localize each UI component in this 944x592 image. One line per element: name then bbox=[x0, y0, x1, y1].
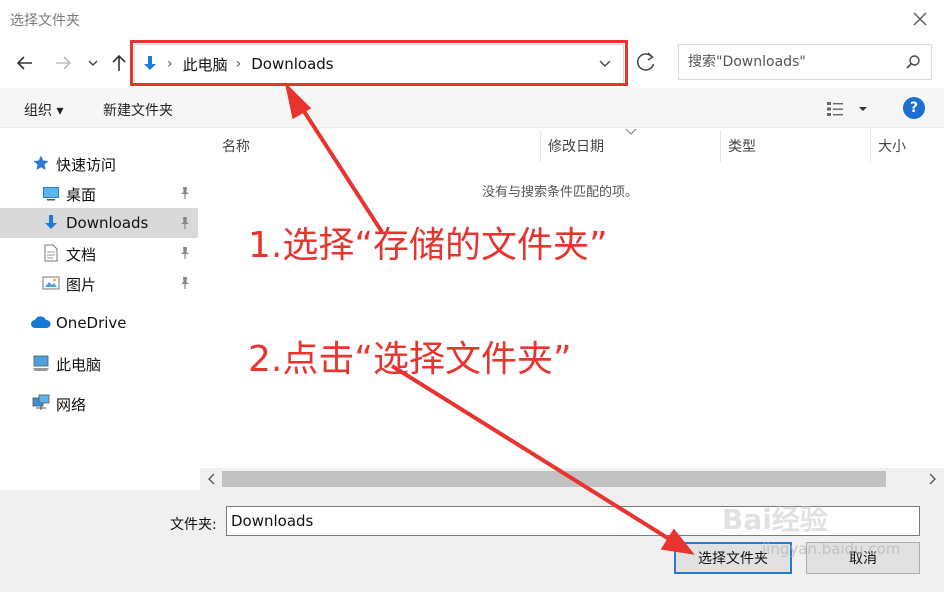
scroll-right-icon[interactable] bbox=[926, 472, 938, 486]
navigation-bar: › 此电脑 › Downloads bbox=[0, 38, 944, 88]
up-arrow-icon[interactable] bbox=[108, 52, 130, 74]
pin-icon[interactable] bbox=[179, 216, 191, 230]
network-icon bbox=[32, 394, 50, 410]
refresh-icon[interactable] bbox=[632, 48, 660, 76]
close-icon[interactable] bbox=[910, 9, 930, 29]
organize-menu-button[interactable]: 组织 ▾ bbox=[24, 100, 63, 120]
recent-locations-chevron-icon[interactable] bbox=[86, 52, 100, 74]
window-title: 选择文件夹 bbox=[10, 13, 80, 29]
column-divider[interactable] bbox=[540, 130, 541, 162]
picture-icon bbox=[42, 276, 60, 290]
folder-field-label: 文件夹: bbox=[170, 517, 217, 533]
navigation-pane: 快速访问 桌面 Downloads 文档 图片 OneDrive 此电脑 网络 bbox=[0, 128, 198, 490]
title-bar: 选择文件夹 bbox=[0, 0, 944, 38]
download-location-icon bbox=[144, 56, 156, 70]
sidebar-item-quick-access[interactable]: 快速访问 bbox=[0, 148, 198, 178]
document-icon bbox=[44, 244, 58, 262]
sidebar-item-desktop[interactable]: 桌面 bbox=[0, 178, 198, 208]
horizontal-scrollbar[interactable] bbox=[200, 468, 944, 490]
column-header-size[interactable]: 大小 bbox=[878, 136, 906, 156]
sidebar-item-onedrive[interactable]: OneDrive bbox=[0, 308, 198, 338]
scrollbar-thumb[interactable] bbox=[222, 471, 886, 487]
sidebar-item-label: 此电脑 bbox=[56, 356, 102, 374]
column-header-name[interactable]: 名称 bbox=[222, 136, 250, 156]
sidebar-item-label: 桌面 bbox=[66, 186, 97, 204]
desktop-icon bbox=[43, 187, 59, 201]
sidebar-item-documents[interactable]: 文档 bbox=[0, 238, 198, 268]
dialog-footer: 文件夹: 选择文件夹 取消 bbox=[0, 490, 944, 592]
computer-icon bbox=[33, 355, 49, 371]
scroll-left-icon[interactable] bbox=[206, 472, 218, 486]
breadcrumb-this-pc[interactable]: 此电脑 bbox=[183, 54, 228, 75]
sidebar-item-label: 文档 bbox=[66, 246, 97, 264]
empty-results-message: 没有与搜索条件匹配的项。 bbox=[482, 185, 639, 200]
search-box bbox=[678, 44, 932, 80]
sidebar-item-pictures[interactable]: 图片 bbox=[0, 268, 198, 298]
address-bar[interactable]: › 此电脑 › Downloads bbox=[134, 44, 624, 84]
sidebar-item-label: 图片 bbox=[66, 276, 97, 294]
sidebar-item-label: 快速访问 bbox=[56, 156, 117, 174]
sidebar-item-label: OneDrive bbox=[56, 314, 127, 332]
back-arrow-icon[interactable] bbox=[14, 52, 36, 74]
forward-arrow-icon[interactable] bbox=[52, 52, 74, 74]
sidebar-item-label: Downloads bbox=[66, 214, 149, 232]
search-input[interactable] bbox=[679, 45, 899, 79]
column-header-modified[interactable]: 修改日期 bbox=[548, 136, 604, 156]
breadcrumb-separator-icon: › bbox=[167, 56, 173, 72]
sidebar-item-this-pc[interactable]: 此电脑 bbox=[0, 348, 198, 378]
help-button[interactable]: ? bbox=[903, 97, 925, 119]
file-list: 名称 修改日期 类型 大小 没有与搜索条件匹配的项。 bbox=[200, 128, 944, 468]
breadcrumb-separator-icon: › bbox=[235, 56, 242, 72]
cloud-icon bbox=[31, 316, 51, 328]
search-icon[interactable] bbox=[905, 54, 921, 70]
command-toolbar: 组织 ▾ 新建文件夹 ? bbox=[0, 88, 944, 128]
address-dropdown-icon[interactable] bbox=[597, 55, 613, 71]
sidebar-item-network[interactable]: 网络 bbox=[0, 388, 198, 418]
sidebar-item-downloads[interactable]: Downloads bbox=[0, 208, 198, 238]
sidebar-item-label: 网络 bbox=[56, 396, 87, 414]
download-icon bbox=[45, 215, 57, 229]
pin-icon[interactable] bbox=[179, 246, 191, 260]
folder-name-input[interactable] bbox=[226, 506, 920, 536]
cancel-button[interactable]: 取消 bbox=[806, 542, 920, 574]
column-divider[interactable] bbox=[870, 130, 871, 162]
pin-icon[interactable] bbox=[179, 186, 191, 200]
column-divider[interactable] bbox=[720, 130, 721, 162]
sort-chevron-icon bbox=[625, 128, 637, 135]
view-options-icon[interactable] bbox=[826, 100, 870, 118]
new-folder-button[interactable]: 新建文件夹 bbox=[103, 100, 173, 120]
star-icon bbox=[33, 155, 49, 170]
select-folder-button[interactable]: 选择文件夹 bbox=[674, 542, 792, 574]
pin-icon[interactable] bbox=[179, 276, 191, 290]
column-header-type[interactable]: 类型 bbox=[728, 136, 756, 156]
breadcrumb-downloads[interactable]: Downloads bbox=[251, 55, 333, 73]
